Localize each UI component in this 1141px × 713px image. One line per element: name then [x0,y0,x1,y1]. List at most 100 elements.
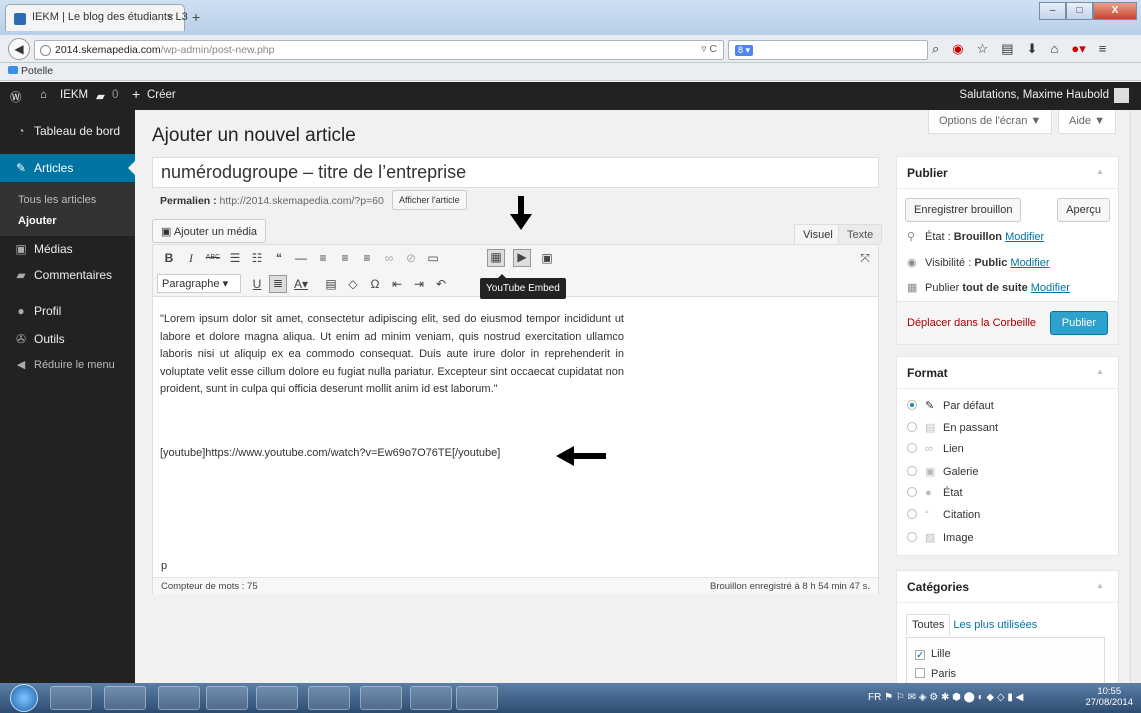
search-icon[interactable]: ⌕ [932,41,939,57]
strikethrough-icon[interactable]: ABC [205,254,221,261]
plus-icon[interactable]: + [132,86,140,102]
sidebar-item-media[interactable]: ▣ Médias [0,242,135,256]
align-center-icon[interactable]: ≡ [337,251,353,265]
sidebar-item-tools[interactable]: ✇ Outils [0,332,135,346]
italic-icon[interactable]: I [183,251,199,266]
word-taskbar-icon[interactable] [206,686,248,710]
toolbar-toggle-icon[interactable]: ▦ [487,249,505,267]
collapse-toggle-icon[interactable]: ▲ [1096,167,1104,176]
sidebar-item-comments[interactable]: ▰ Commentaires [0,268,135,282]
preview-button[interactable]: Aperçu [1057,198,1110,222]
permalink-url[interactable]: http://2014.skemapedia.com/?p=60 [220,195,384,207]
sidebar-item-articles[interactable]: ✎ Articles [0,154,135,182]
show-article-button[interactable]: Afficher l'article [392,190,467,210]
sidebar-item-add[interactable]: Ajouter [18,211,135,232]
bookmark-star-icon[interactable]: ☆ [977,41,989,57]
sidebar-item-profile[interactable]: ● Profil [0,304,135,318]
comments-count[interactable]: 0 [112,89,118,101]
fullscreen-icon[interactable]: ⤧ [857,251,873,266]
notes-taskbar-icon[interactable] [104,686,146,710]
tab-visual[interactable]: Visuel [794,224,842,244]
radio[interactable] [907,443,917,453]
align-left-icon[interactable]: ≡ [315,251,331,265]
menu-icon[interactable]: ≡ [1099,41,1107,57]
home-icon[interactable]: ⌂ [1050,41,1058,57]
checkbox[interactable] [915,668,925,678]
outlook-taskbar-icon[interactable] [50,686,92,710]
radio[interactable] [907,487,917,497]
back-button[interactable]: ◀ [8,38,30,60]
unlink-icon[interactable]: ⊘ [403,251,419,265]
blockquote-icon[interactable]: “ [271,251,287,265]
minimize-button[interactable]: – [1039,2,1066,20]
underline-icon[interactable]: U [249,277,265,291]
bookmarks-list-icon[interactable]: ▤ [1001,41,1013,57]
publish-button[interactable]: Publier [1049,311,1108,335]
collapse-menu[interactable]: ◀ Réduire le menu [0,358,135,371]
radio[interactable] [907,422,917,432]
format-heading[interactable]: Format ▲ [897,357,1118,389]
comment-icon[interactable]: ▰ [96,89,105,103]
paste-text-icon[interactable]: ▤ [323,277,339,291]
edit-visibility-link[interactable]: Modifier [1010,257,1049,269]
format-option-default[interactable]: ✎ Par défaut [907,399,994,412]
text-color-icon[interactable]: A▾ [293,277,309,291]
categories-heading[interactable]: Catégories ▲ [897,571,1118,603]
youtube-logo-icon[interactable]: ▣ [539,251,555,265]
paragraph-format-select[interactable]: Paragraphe ▾ [157,274,241,293]
clear-formatting-icon[interactable]: ◇ [345,277,361,291]
special-character-icon[interactable]: Ω [367,277,383,291]
avatar[interactable] [1114,88,1129,103]
edit-status-link[interactable]: Modifier [1005,231,1044,243]
media-taskbar-icon[interactable] [360,686,402,710]
edit-schedule-link[interactable]: Modifier [1031,282,1070,294]
screen-options-button[interactable]: Options de l'écran ▼ [928,110,1053,134]
bullet-list-icon[interactable]: ☰ [227,251,243,265]
explorer-taskbar-icon[interactable] [308,686,350,710]
add-media-button[interactable]: ▣ Ajouter un média [152,219,267,243]
radio[interactable] [907,509,917,519]
format-option-link[interactable]: ∞ Lien [907,443,964,455]
bold-icon[interactable]: B [161,251,177,265]
numbered-list-icon[interactable]: ☷ [249,251,265,265]
radio[interactable] [907,532,917,542]
address-bar[interactable]: 2014.skemapedia.com/wp-admin/post-new.ph… [34,40,724,60]
close-window-button[interactable]: X [1093,2,1137,20]
publish-heading[interactable]: Publier ▲ [897,157,1118,189]
browser-tab[interactable]: IEKM | Le blog des étudiants L3 × [5,4,188,31]
ie-taskbar-icon[interactable] [410,686,452,710]
link-icon[interactable]: ∞ [381,251,397,265]
horizontal-rule-icon[interactable]: — [293,251,309,265]
adblock-icon[interactable]: ●▾ [1071,41,1085,57]
format-option-aside[interactable]: ▤ En passant [907,421,998,434]
editor-body-text[interactable]: "Lorem ipsum dolor sit amet, consectetur… [160,311,624,399]
format-option-gallery[interactable]: ▣ Galerie [907,465,978,478]
language-indicator[interactable]: FR [868,692,881,703]
user-greeting[interactable]: Salutations, Maxime Haubold [959,89,1109,101]
category-item-paris[interactable]: Paris [915,664,1096,684]
radio[interactable] [907,466,917,476]
search-bar[interactable]: 8 ▾ [728,40,928,60]
bookmark-potelle[interactable]: Potelle [21,65,53,77]
start-button[interactable] [10,684,38,712]
tray-icons[interactable]: ⚑ ⚐ ✉ ◈ ⚙ ✱ ⬢ ⬤ ◐ ◆ ◇ ▮ ◀ [884,692,1023,703]
justify-icon[interactable]: ≣ [269,275,287,293]
search-engine-icon[interactable]: 8 ▾ [735,45,754,56]
trash-link[interactable]: Déplacer dans la Corbeille [907,317,1036,329]
youtube-shortcode[interactable]: [youtube]https://www.youtube.com/watch?v… [160,447,500,459]
clock[interactable]: 10:55 27/08/2014 [1085,686,1133,708]
outdent-icon[interactable]: ⇤ [389,277,405,291]
site-name[interactable]: IEKM [60,89,88,101]
firefox-taskbar-icon[interactable] [256,686,298,710]
tab-popular-categories[interactable]: Les plus utilisées [950,615,1040,635]
align-right-icon[interactable]: ≡ [359,251,375,265]
category-item-lille[interactable]: ✓ Lille [915,644,1096,664]
post-title-input[interactable]: numérodugroupe – titre de l’entreprise [152,157,879,188]
maximize-button[interactable]: □ [1066,2,1093,20]
new-tab-button[interactable]: + [192,9,200,25]
wordpress-logo-icon[interactable]: Ⓦ [10,89,22,105]
read-more-icon[interactable]: ▭ [425,251,441,265]
checkbox-checked[interactable]: ✓ [915,650,925,660]
collapse-toggle-icon[interactable]: ▲ [1096,367,1104,376]
format-option-image[interactable]: ▨ Image [907,531,974,544]
